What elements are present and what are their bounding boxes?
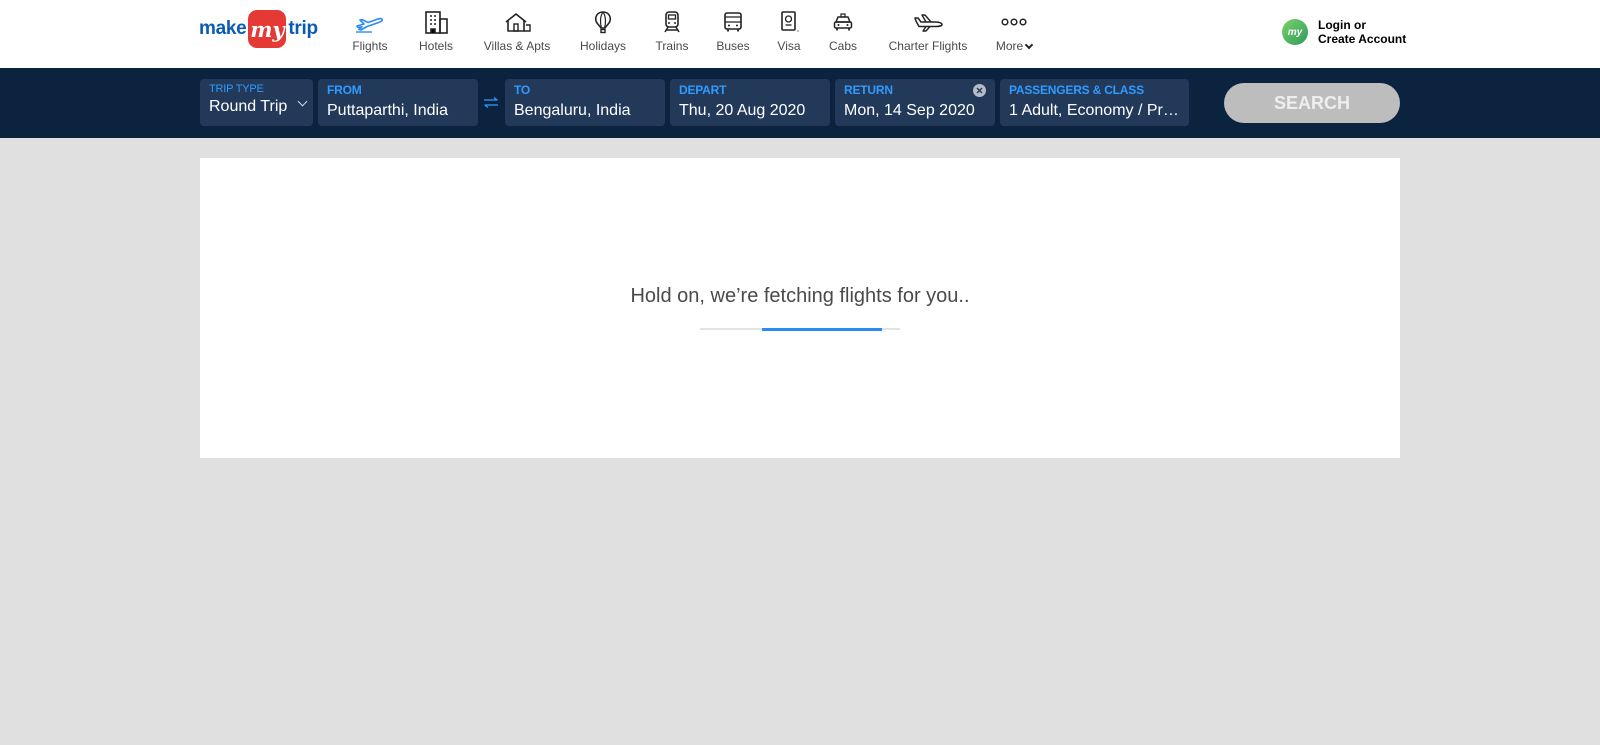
nav-label: Buses — [716, 39, 750, 53]
building-icon — [419, 8, 453, 36]
nav-label: Visa — [777, 39, 801, 53]
loading-progress-bar — [700, 327, 900, 331]
trip-type-select[interactable]: TRIP TYPE Round Trip — [200, 79, 313, 126]
swap-icon[interactable] — [482, 94, 500, 112]
depart-date-field[interactable]: DEPART Thu, 20 Aug 2020 — [670, 79, 830, 126]
field-label: FROM — [327, 83, 362, 97]
logo-my-badge: my — [248, 10, 287, 48]
nav-label: Trains — [655, 39, 689, 53]
nav-item-flights[interactable]: Flights — [352, 8, 388, 58]
field-label: DEPART — [679, 83, 727, 97]
chevron-down-icon — [1024, 40, 1034, 50]
loading-message: Hold on, we’re fetching flights for you.… — [630, 285, 970, 307]
logo-trip-text: trip — [288, 18, 318, 39]
login-create-account[interactable]: my Login or Create Account — [1282, 18, 1406, 46]
dots-icon — [997, 8, 1031, 36]
flight-search-bar: TRIP TYPE Round Trip FROM Puttaparthi, I… — [0, 68, 1600, 138]
field-value: Round Trip — [209, 98, 288, 115]
field-label: RETURN — [844, 83, 893, 97]
more-label: More — [995, 39, 1024, 53]
nav-item-charter-flights[interactable]: Charter Flights — [888, 8, 968, 58]
nav-item-trains[interactable]: Trains — [655, 8, 689, 58]
charter-plane-icon — [911, 8, 945, 36]
field-value: Bengaluru, India — [514, 102, 631, 119]
car-icon — [826, 8, 860, 36]
field-label: TRIP TYPE — [209, 83, 264, 95]
nav-label: More — [995, 39, 1034, 53]
field-value: Mon, 14 Sep 2020 — [844, 102, 975, 119]
nav-label: Holidays — [579, 39, 627, 53]
return-date-field[interactable]: RETURN Mon, 14 Sep 2020 — [835, 79, 995, 126]
nav-item-hotels[interactable]: Hotels — [418, 8, 454, 58]
product-nav: Flights Hotels Villas & Apts Holidays Tr… — [352, 8, 1034, 58]
create-account-line: Create Account — [1318, 32, 1407, 46]
logo-make-text: make — [199, 18, 247, 39]
nav-item-villas[interactable]: Villas & Apts — [483, 8, 551, 58]
top-header: make my trip Flights Hotels Villas & Apt… — [0, 0, 1600, 68]
field-value: 1 Adult, Economy / Premium Economy — [1009, 102, 1180, 119]
train-icon — [655, 8, 689, 36]
field-label: PASSENGERS & CLASS — [1009, 83, 1144, 97]
clear-return-icon[interactable] — [973, 84, 986, 97]
nav-label: Flights — [352, 39, 388, 53]
house-icon — [500, 8, 534, 36]
makemytrip-logo[interactable]: make my trip — [199, 10, 318, 48]
to-city-field[interactable]: TO Bengaluru, India — [505, 79, 665, 126]
nav-item-holidays[interactable]: Holidays — [580, 8, 626, 58]
login-text: Login or Create Account — [1318, 18, 1406, 46]
search-button[interactable]: SEARCH — [1224, 83, 1400, 123]
nav-item-more[interactable]: More — [994, 8, 1034, 58]
login-line: Login or — [1318, 18, 1366, 32]
avatar: my — [1282, 19, 1308, 45]
nav-item-visa[interactable]: Visa — [774, 8, 804, 58]
nav-item-cabs[interactable]: Cabs — [828, 8, 858, 58]
field-value: Puttaparthi, India — [327, 102, 448, 119]
passengers-class-field[interactable]: PASSENGERS & CLASS 1 Adult, Economy / Pr… — [1000, 79, 1189, 126]
nav-item-buses[interactable]: Buses — [716, 8, 750, 58]
from-city-field[interactable]: FROM Puttaparthi, India — [318, 79, 478, 126]
bus-icon — [716, 8, 750, 36]
field-value: Thu, 20 Aug 2020 — [679, 102, 806, 119]
field-label: TO — [514, 83, 531, 97]
nav-label: Cabs — [828, 39, 857, 53]
nav-label: Hotels — [418, 39, 453, 53]
plane-icon — [353, 8, 387, 36]
loading-progress-fill — [762, 327, 882, 331]
passport-icon — [772, 8, 806, 36]
balloon-icon — [586, 8, 620, 36]
nav-label: Villas & Apts — [483, 39, 551, 53]
nav-label: Charter Flights — [888, 39, 968, 53]
results-loading-card: Hold on, we’re fetching flights for you.… — [200, 158, 1400, 458]
